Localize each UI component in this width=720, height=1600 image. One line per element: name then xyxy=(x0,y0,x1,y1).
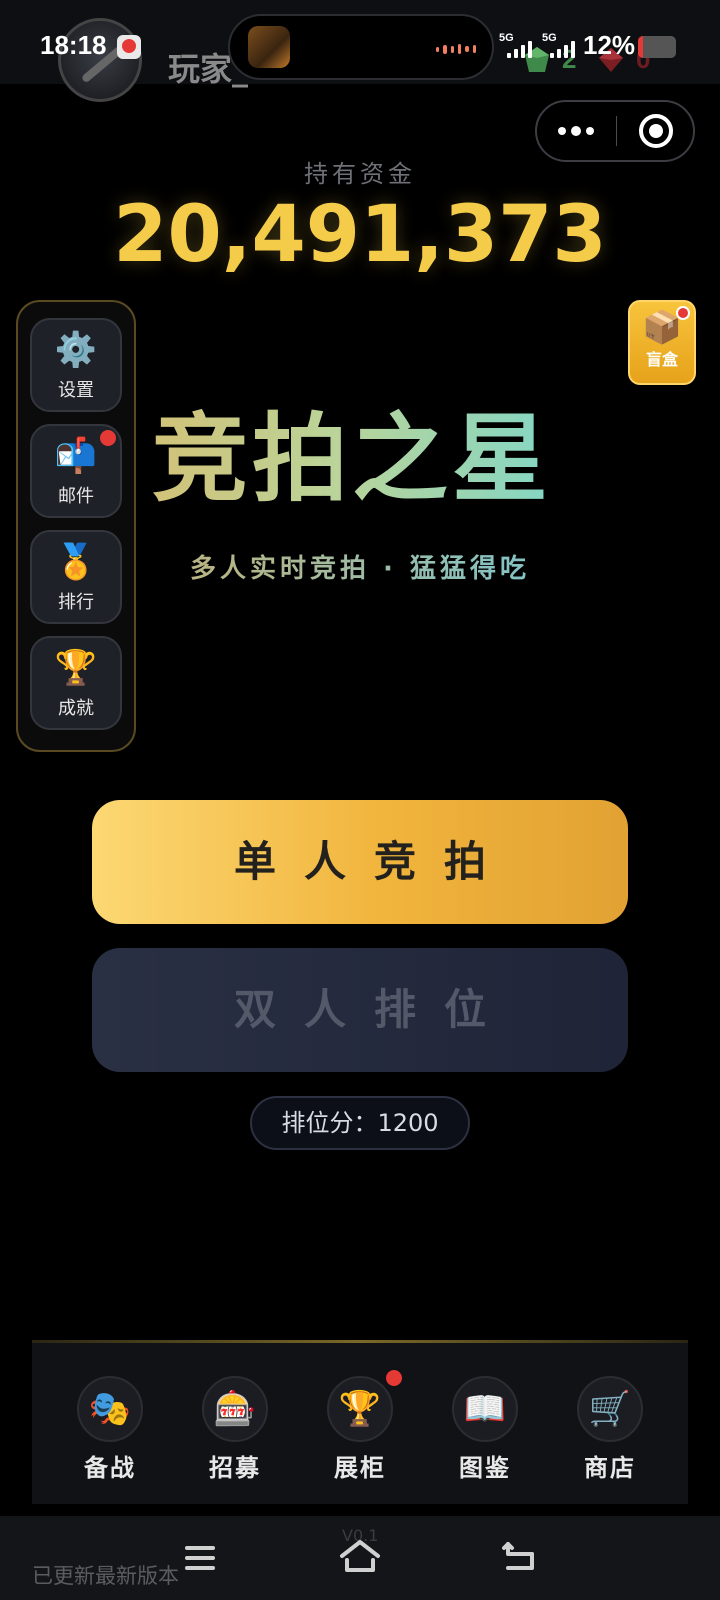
gear-icon: ⚙️ xyxy=(54,330,98,370)
achievements-button[interactable]: 🏆 成就 xyxy=(30,636,122,730)
nav-prepare[interactable]: 🎭 备战 xyxy=(60,1376,160,1483)
nav-catalog-label: 图鉴 xyxy=(459,1454,511,1482)
notification-app-icon xyxy=(117,35,141,59)
slot-machine-icon: 🎰 xyxy=(202,1376,268,1442)
capsule-divider xyxy=(616,116,617,146)
rank-score-badge: 排位分：1200 xyxy=(250,1096,470,1150)
game-subtitle: 多人实时竞拍 · 猛猛得吃 xyxy=(0,548,720,585)
single-auction-button[interactable]: 单人竞拍 xyxy=(92,800,628,924)
theater-masks-icon: 🎭 xyxy=(77,1376,143,1442)
achievements-label: 成就 xyxy=(58,698,94,719)
nav-catalog[interactable]: 📖 图鉴 xyxy=(435,1376,535,1483)
close-miniprogram-button[interactable] xyxy=(639,114,673,148)
trophy-icon: 🏆 xyxy=(327,1376,393,1442)
trophy-icon: 🏆 xyxy=(54,648,98,688)
mail-label: 邮件 xyxy=(58,486,94,507)
miniprogram-capsule xyxy=(535,100,695,162)
update-status-text: 已更新最新版本 xyxy=(32,1564,179,1588)
more-menu-button[interactable] xyxy=(537,102,615,160)
mail-button[interactable]: 📬 邮件 xyxy=(30,424,122,518)
nav-shop[interactable]: 🛒 商店 xyxy=(560,1376,660,1483)
mail-notification-dot xyxy=(100,430,116,446)
settings-button[interactable]: ⚙️ 设置 xyxy=(30,318,122,412)
signal-2-icon xyxy=(550,40,575,58)
dynamic-island[interactable] xyxy=(228,14,494,80)
blind-box-button[interactable]: 📦 盲盒 xyxy=(628,300,696,385)
signal-1-icon xyxy=(507,40,532,58)
nav-recruit[interactable]: 🎰 招募 xyxy=(185,1376,285,1483)
battery-percent: 12% xyxy=(583,30,636,60)
game-title: 竞拍之星 xyxy=(152,404,572,514)
showcase-notification-dot xyxy=(386,1370,402,1386)
ranking-label: 排行 xyxy=(58,592,94,613)
audio-wave-icon xyxy=(436,44,476,54)
nav-prepare-label: 备战 xyxy=(84,1454,136,1482)
status-time: 18:18 xyxy=(40,30,107,60)
battery-icon xyxy=(638,36,676,58)
shopping-cart-icon: 🛒 xyxy=(577,1376,643,1442)
blind-box-label: 盲盒 xyxy=(645,350,678,369)
side-menu: ⚙️ 设置 📬 邮件 🏅 排行 🏆 成就 xyxy=(16,300,136,752)
duo-ranked-button[interactable]: 双人排位 xyxy=(92,948,628,1072)
bottom-nav: 🎭 备战 🎰 招募 🏆 展柜 📖 图鉴 🛒 商店 xyxy=(32,1340,688,1504)
recent-apps-button[interactable] xyxy=(185,1546,215,1570)
blind-box-notification-dot xyxy=(676,306,690,320)
funds-label: 持有资金 xyxy=(304,160,416,188)
music-cover-icon xyxy=(248,26,290,68)
back-button[interactable] xyxy=(502,1540,538,1572)
home-button[interactable] xyxy=(338,1538,382,1574)
nav-showcase-label: 展柜 xyxy=(334,1454,386,1482)
battery-level-fill xyxy=(638,36,643,58)
funds-value: 20,491,373 xyxy=(113,190,607,280)
nav-shop-label: 商店 xyxy=(584,1454,636,1482)
nav-showcase[interactable]: 🏆 展柜 xyxy=(310,1370,410,1483)
nav-recruit-label: 招募 xyxy=(209,1454,261,1482)
settings-label: 设置 xyxy=(58,380,94,401)
open-book-icon: 📖 xyxy=(452,1376,518,1442)
